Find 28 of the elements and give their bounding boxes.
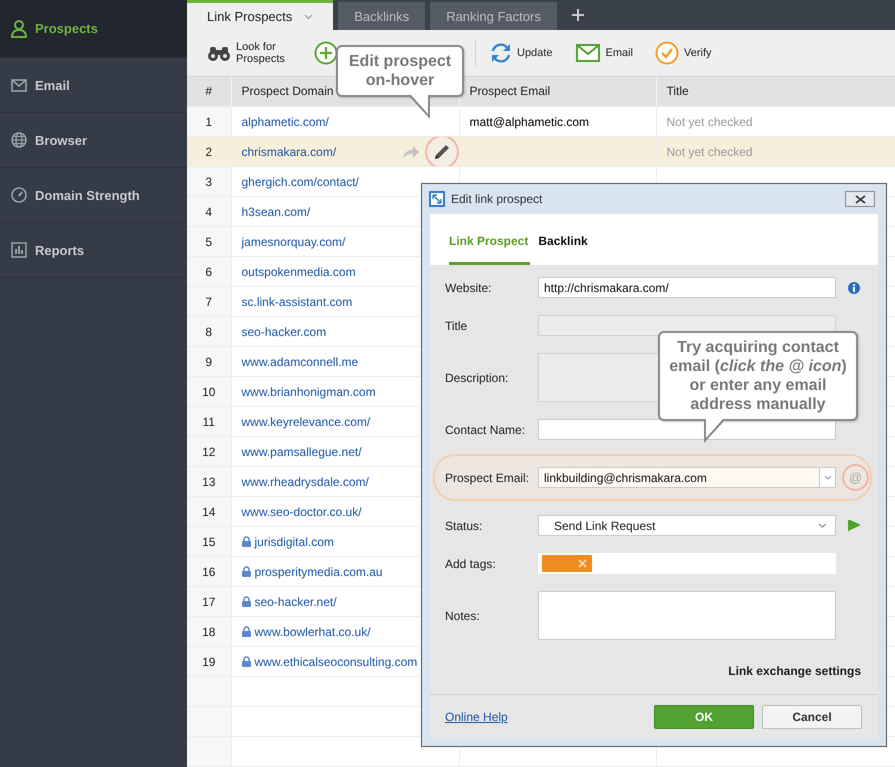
row-number: 10 [187,376,231,406]
row-number: 3 [187,166,231,196]
row-number: 7 [187,286,231,316]
field-label: Description: [445,370,510,384]
row-number: 8 [187,316,231,346]
row-number: 13 [187,466,231,496]
row-number: 18 [187,616,231,646]
callout-tooltip: Edit prospect on-hover [336,45,464,119]
field-label: Title [445,318,468,332]
row-number: 19 [187,646,231,676]
row-number: 12 [187,436,231,466]
row-number: 4 [187,196,231,226]
field-label: Add tags: [445,556,497,570]
row-number: 5 [187,226,231,256]
row-number: 2 [187,136,231,166]
row-number: 9 [187,346,231,376]
row-number: 1 [187,106,231,136]
field-label: Status: [445,518,484,532]
row-number: 6 [187,256,231,286]
row-number: 11 [187,406,231,436]
callout-tooltip: Try acquiring contact email (click the @ icon) or enter any email address manually [658,331,858,443]
row-number: 16 [187,556,231,586]
row-number: 17 [187,586,231,616]
field-label: Contact Name: [445,422,526,436]
table-cell: Not yet checked [656,136,895,166]
field-label: Prospect Email: [445,470,530,484]
row-number: 15 [187,526,231,556]
row-number: 14 [187,496,231,526]
